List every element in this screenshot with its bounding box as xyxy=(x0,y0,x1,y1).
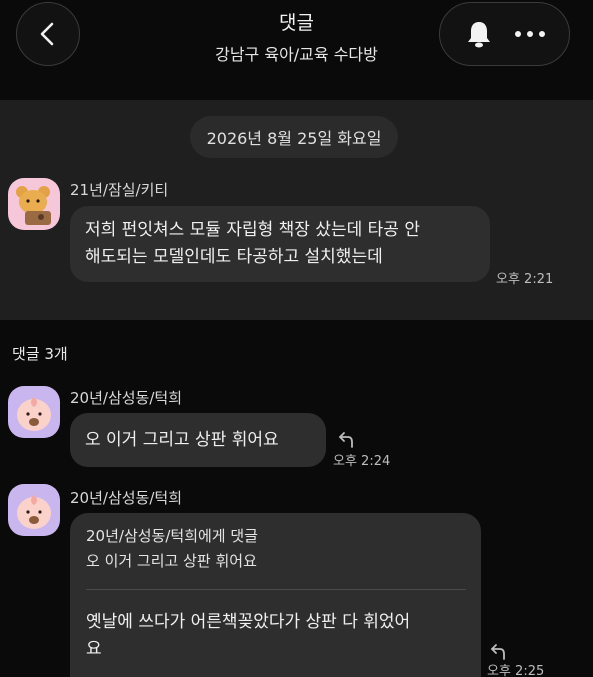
reply-bubble[interactable]: 20년/삼성동/턱희에게 댓글 오 이거 그리고 상판 휘어요 옛날에 쓰다가 … xyxy=(70,513,481,677)
chatroom-name: 강남구 육아/교육 수다방 xyxy=(215,45,378,64)
avatar[interactable] xyxy=(8,178,60,230)
header-actions xyxy=(439,2,570,66)
ryan-avatar-icon xyxy=(16,186,51,225)
quote-text: 오 이거 그리고 상판 휘어요 xyxy=(86,552,257,570)
chat-comment-screen: 댓글 강남구 육아/교육 수다방 2026년 8월 25일 화요일 21년/잠실… xyxy=(0,0,593,677)
more-button[interactable] xyxy=(510,14,550,54)
comment-author: 20년/삼성동/턱희 xyxy=(70,489,182,507)
avatar[interactable] xyxy=(8,386,60,438)
post-text-line-1: 저희 펀잇쳐스 모듈 자립형 책장 샀는데 타공 안 xyxy=(85,220,420,240)
reply-text-line-1: 옛날에 쓰다가 어른책꽂았다가 상판 다 휘었어 xyxy=(86,612,411,632)
page-title: 댓글 xyxy=(279,12,314,34)
reply-text-line-2: 요 xyxy=(86,639,102,659)
apeach-avatar-icon xyxy=(17,495,51,529)
original-post: 2026년 8월 25일 화요일 21년/잠실/키티 저희 펀잇쳐스 모듈 자립… xyxy=(0,100,593,320)
comment-bubble[interactable]: 오 이거 그리고 상판 휘어요 xyxy=(70,413,326,467)
back-button[interactable] xyxy=(16,2,80,66)
comments-count: 댓글 3개 xyxy=(12,345,68,363)
post-time: 오후 2:21 xyxy=(496,272,554,287)
comment-author: 20년/삼성동/턱희 xyxy=(70,389,182,407)
more-icon xyxy=(514,31,545,37)
avatar[interactable] xyxy=(8,484,60,536)
reply-icon[interactable] xyxy=(338,431,356,449)
bell-icon xyxy=(468,22,491,48)
quote-header: 20년/삼성동/턱희에게 댓글 xyxy=(86,527,258,545)
reply-time: 오후 2:25 xyxy=(487,664,545,677)
quote-divider xyxy=(86,589,466,590)
header: 댓글 강남구 육아/교육 수다방 xyxy=(0,0,593,100)
post-bubble[interactable]: 저희 펀잇쳐스 모듈 자립형 책장 샀는데 타공 안 해도되는 모델인데도 타공… xyxy=(70,206,490,282)
apeach-avatar-icon xyxy=(17,397,51,431)
notification-button[interactable] xyxy=(459,14,499,54)
chevron-left-icon xyxy=(40,22,54,46)
post-text-line-2: 해도되는 모델인데도 타공하고 설치했는데 xyxy=(85,247,383,267)
comment-text: 오 이거 그리고 상판 휘어요 xyxy=(85,430,279,450)
comment-time: 오후 2:24 xyxy=(333,454,391,469)
reply-icon[interactable] xyxy=(490,643,508,661)
post-author: 21년/잠실/키티 xyxy=(70,181,169,199)
date-chip: 2026년 8월 25일 화요일 xyxy=(190,116,398,158)
title-block: 댓글 강남구 육아/교육 수다방 xyxy=(120,8,473,65)
